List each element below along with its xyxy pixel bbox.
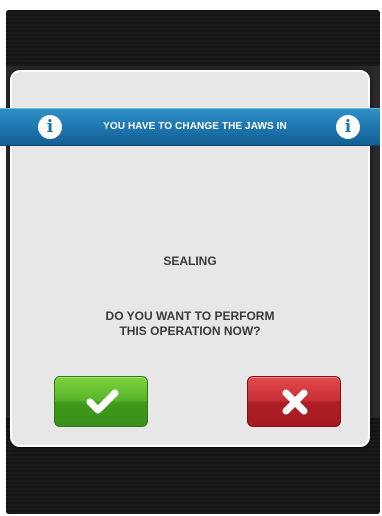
cancel-button[interactable] <box>247 376 341 427</box>
dialog-question-line1: DO YOU WANT TO PERFORM <box>105 309 275 323</box>
confirm-button[interactable] <box>54 376 148 427</box>
dialog-question-line2: THIS OPERATION NOW? <box>119 324 261 338</box>
close-icon <box>282 389 308 415</box>
dialog-question: DO YOU WANT TO PERFORM THIS OPERATION NO… <box>10 309 370 339</box>
dialog-banner: i YOU HAVE TO CHANGE THE JAWS IN i <box>0 108 380 146</box>
info-icon: i <box>38 115 62 139</box>
screen-top-area <box>6 10 380 66</box>
info-icon: i <box>336 115 360 139</box>
checkmark-icon <box>86 389 119 414</box>
banner-title: YOU HAVE TO CHANGE THE JAWS IN <box>103 121 287 132</box>
dialog-subject: SEALING <box>163 254 217 268</box>
